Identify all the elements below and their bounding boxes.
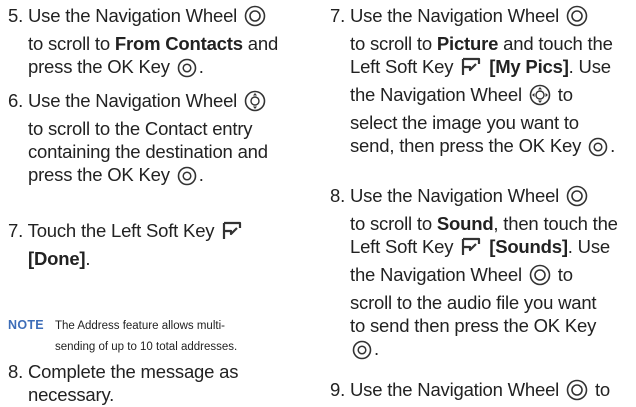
left-step-7: 7. Touch the Left Soft Key [Done]. xyxy=(8,219,245,270)
navigation-wheel-four-way-icon xyxy=(244,90,266,117)
softkey-label-sounds: [Sounds] xyxy=(489,236,568,257)
softkey-label-done: [Done] xyxy=(28,248,86,269)
menu-item-from-contacts: From Contacts xyxy=(114,33,243,54)
menu-item-sound: Sound xyxy=(436,213,494,234)
right-step-7: 7. Use the Navigation Wheel to scroll to… xyxy=(330,4,615,162)
step-number: 6. xyxy=(8,90,24,111)
step-number: 8. xyxy=(330,185,346,206)
left-step-8: 8. Complete the message as necessary. xyxy=(8,361,239,405)
ok-key-icon xyxy=(352,340,372,365)
note-label: NOTE xyxy=(8,318,44,332)
right-step-9: 9. Use the Navigation Wheel to xyxy=(330,378,610,406)
navigation-wheel-icon xyxy=(244,5,266,32)
note-box: NOTE The Address feature allows multi- s… xyxy=(8,315,237,358)
note-text: sending of up to 10 total addresses. xyxy=(55,341,238,353)
left-soft-key-icon xyxy=(221,220,243,247)
right-step-8: 8. Use the Navigation Wheel to scroll to… xyxy=(330,184,618,365)
step-number: 5. xyxy=(8,5,24,26)
step-number: 7. xyxy=(330,5,346,26)
ok-key-icon xyxy=(177,166,197,191)
ok-key-icon xyxy=(588,137,608,162)
navigation-wheel-four-way-icon xyxy=(529,84,551,111)
step-number: 9. xyxy=(330,379,346,400)
step-number: 8. xyxy=(8,361,24,382)
left-step-6: 6. Use the Navigation Wheel to scroll to… xyxy=(8,89,268,191)
softkey-label-my-pics: [My Pics] xyxy=(489,56,569,77)
menu-item-picture: Picture xyxy=(436,33,499,54)
step-number: 7. xyxy=(8,220,24,241)
left-soft-key-icon xyxy=(460,236,482,263)
navigation-wheel-icon xyxy=(529,264,551,291)
manual-page: 5. Use the Navigation Wheel to scroll to… xyxy=(0,0,636,407)
navigation-wheel-icon xyxy=(566,379,588,406)
left-step-5: 5. Use the Navigation Wheel to scroll to… xyxy=(8,4,278,83)
note-text: The Address feature allows multi- xyxy=(54,320,225,332)
ok-key-icon xyxy=(177,58,197,83)
left-soft-key-icon xyxy=(460,56,482,83)
navigation-wheel-icon xyxy=(566,5,588,32)
navigation-wheel-icon xyxy=(566,185,588,212)
